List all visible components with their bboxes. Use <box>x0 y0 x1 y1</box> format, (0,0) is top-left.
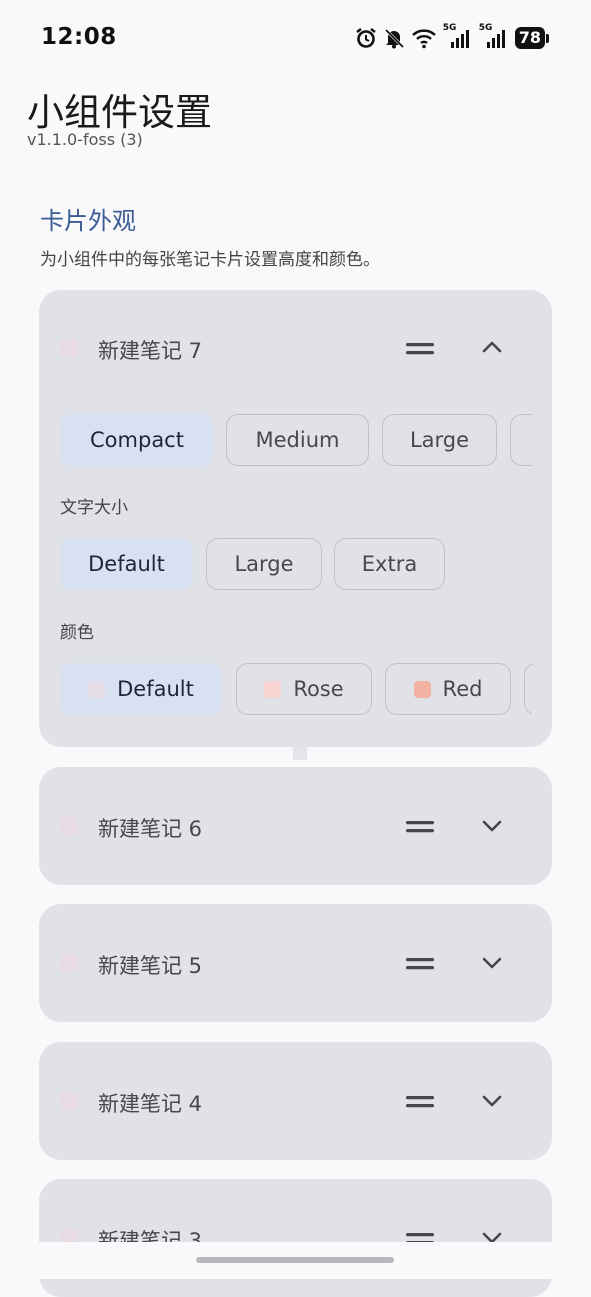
drag-handle-icon[interactable] <box>406 818 436 840</box>
height-option-compact[interactable]: Compact <box>60 414 214 466</box>
page-title: 小组件设置 <box>27 91 212 134</box>
text-size-option-default[interactable]: Default <box>60 538 193 590</box>
home-indicator[interactable] <box>196 1257 394 1263</box>
note-card[interactable]: 新建笔记 3 <box>39 1179 552 1297</box>
card-color-swatch <box>60 817 78 835</box>
chevron-up-icon[interactable] <box>480 335 504 363</box>
version-label: v1.1.0-foss (3) <box>27 130 143 149</box>
card-color-swatch <box>60 1092 78 1110</box>
card-header[interactable]: 新建笔记 7 <box>39 290 552 406</box>
card-title: 新建笔记 7 <box>98 339 203 363</box>
note-card[interactable]: 新建笔记 7 Compact Medium Large 文字大小 Default… <box>39 290 552 747</box>
card-header[interactable]: 新建笔记 6 <box>39 767 552 883</box>
note-card[interactable]: 新建笔记 5 <box>39 904 552 1022</box>
color-option-default[interactable]: Default <box>60 663 222 715</box>
chevron-down-icon[interactable] <box>480 951 504 979</box>
status-time: 12:08 <box>41 24 117 50</box>
color-swatch-default <box>88 680 106 698</box>
card-header[interactable]: 新建笔记 5 <box>39 904 552 1020</box>
signal-5g-icon: 5G <box>443 23 473 49</box>
color-option-label: Default <box>117 677 194 701</box>
height-option-medium[interactable]: Medium <box>226 414 369 466</box>
card-title: 新建笔记 4 <box>98 1092 203 1116</box>
section-title: 卡片外观 <box>40 207 136 235</box>
color-option-more[interactable] <box>524 663 532 715</box>
color-option-red[interactable]: Red <box>385 663 511 715</box>
text-size-label: 文字大小 <box>60 498 128 518</box>
card-title: 新建笔记 5 <box>98 954 203 978</box>
text-size-option-large[interactable]: Large <box>206 538 322 590</box>
height-option-large[interactable]: Large <box>382 414 497 466</box>
drag-handle-icon[interactable] <box>406 340 436 362</box>
drag-handle-icon[interactable] <box>406 955 436 977</box>
bell-off-icon <box>383 27 405 49</box>
height-options: Compact Medium Large <box>60 414 532 466</box>
card-color-swatch <box>60 954 78 972</box>
drag-indicator <box>293 747 307 760</box>
height-option-more[interactable] <box>510 414 532 466</box>
color-option-label: Rose <box>293 677 344 701</box>
color-option-rose[interactable]: Rose <box>236 663 372 715</box>
color-label: 颜色 <box>60 623 94 643</box>
color-option-label: Red <box>442 677 483 701</box>
wifi-icon <box>411 27 437 49</box>
chevron-down-icon[interactable] <box>480 1089 504 1117</box>
signal-5g-icon: 5G <box>479 23 509 49</box>
status-bar: 12:08 5G 5G 78 <box>0 0 591 76</box>
section-description: 为小组件中的每张笔记卡片设置高度和颜色。 <box>40 250 380 270</box>
text-size-options: Default Large Extra <box>60 538 532 590</box>
alarm-icon <box>355 27 377 49</box>
card-color-swatch <box>60 339 78 357</box>
status-icons: 5G 5G 78 <box>355 23 549 52</box>
note-card[interactable]: 新建笔记 6 <box>39 767 552 885</box>
color-options: Default Rose Red <box>60 663 532 715</box>
card-header[interactable]: 新建笔记 4 <box>39 1042 552 1158</box>
note-card[interactable]: 新建笔记 4 <box>39 1042 552 1160</box>
card-title: 新建笔记 6 <box>98 817 203 841</box>
battery-icon: 78 <box>514 27 549 49</box>
battery-level: 78 <box>514 27 545 49</box>
chevron-down-icon[interactable] <box>480 814 504 842</box>
color-swatch-rose <box>264 680 282 698</box>
color-swatch-red <box>413 680 431 698</box>
drag-handle-icon[interactable] <box>406 1093 436 1115</box>
text-size-option-extra[interactable]: Extra <box>334 538 445 590</box>
